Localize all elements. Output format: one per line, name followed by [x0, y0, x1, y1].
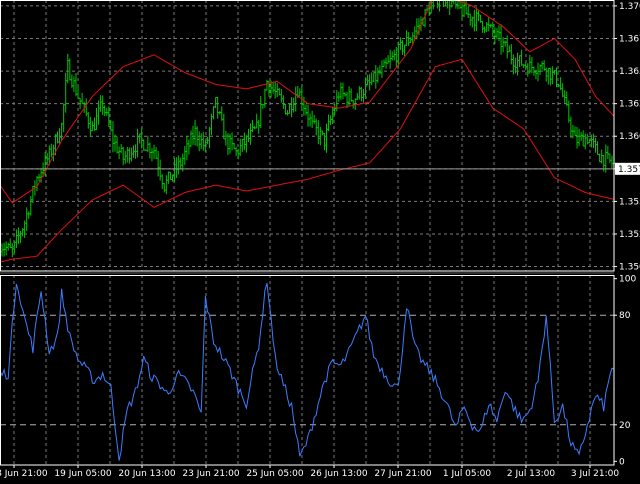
current-price-label: 1.357 — [618, 165, 640, 175]
time-axis-label: 18 Jun 21:00 — [0, 469, 48, 479]
time-axis-label: 23 Jun 21:00 — [182, 469, 239, 479]
time-axis-label: 27 Jun 21:00 — [374, 469, 431, 479]
time-axis-label: 19 Jun 05:00 — [54, 469, 111, 479]
time-axis-label: 1 Jul 05:00 — [443, 469, 492, 479]
price-axis-label: 1.365 — [619, 67, 640, 77]
time-axis-label: 2 Jul 13:00 — [507, 469, 556, 479]
time-axis-label: 26 Jun 13:00 — [310, 469, 367, 479]
price-axis-label: 1.362 — [619, 100, 640, 110]
price-axis-label: 1.367 — [619, 35, 640, 45]
price-axis-label: 1.355 — [619, 197, 640, 207]
time-axis-label: 20 Jun 13:00 — [118, 469, 175, 479]
osc-axis-label: 80 — [619, 311, 631, 321]
price-axis-label: 1.370 — [619, 2, 640, 12]
osc-axis-label: 0 — [619, 457, 625, 467]
time-axis-label: 25 Jun 05:00 — [246, 469, 303, 479]
chart-background — [0, 0, 640, 480]
osc-axis-label: 100 — [619, 275, 636, 285]
chart-window: 1.350 1.352 1.355 1.357 1.360 1.362 1.365 1.367… — [0, 0, 640, 480]
chart-canvas: 1.350 1.352 1.355 1.357 1.360 1.362 1.365 1.367… — [0, 0, 640, 480]
price-axis-label: 1.360 — [619, 132, 640, 142]
price-axis-label: 1.352 — [619, 230, 640, 240]
time-axis-label: 3 Jul 21:00 — [571, 469, 620, 479]
price-axis-label: 1.350 — [619, 263, 640, 273]
osc-axis-label: 20 — [619, 421, 631, 431]
